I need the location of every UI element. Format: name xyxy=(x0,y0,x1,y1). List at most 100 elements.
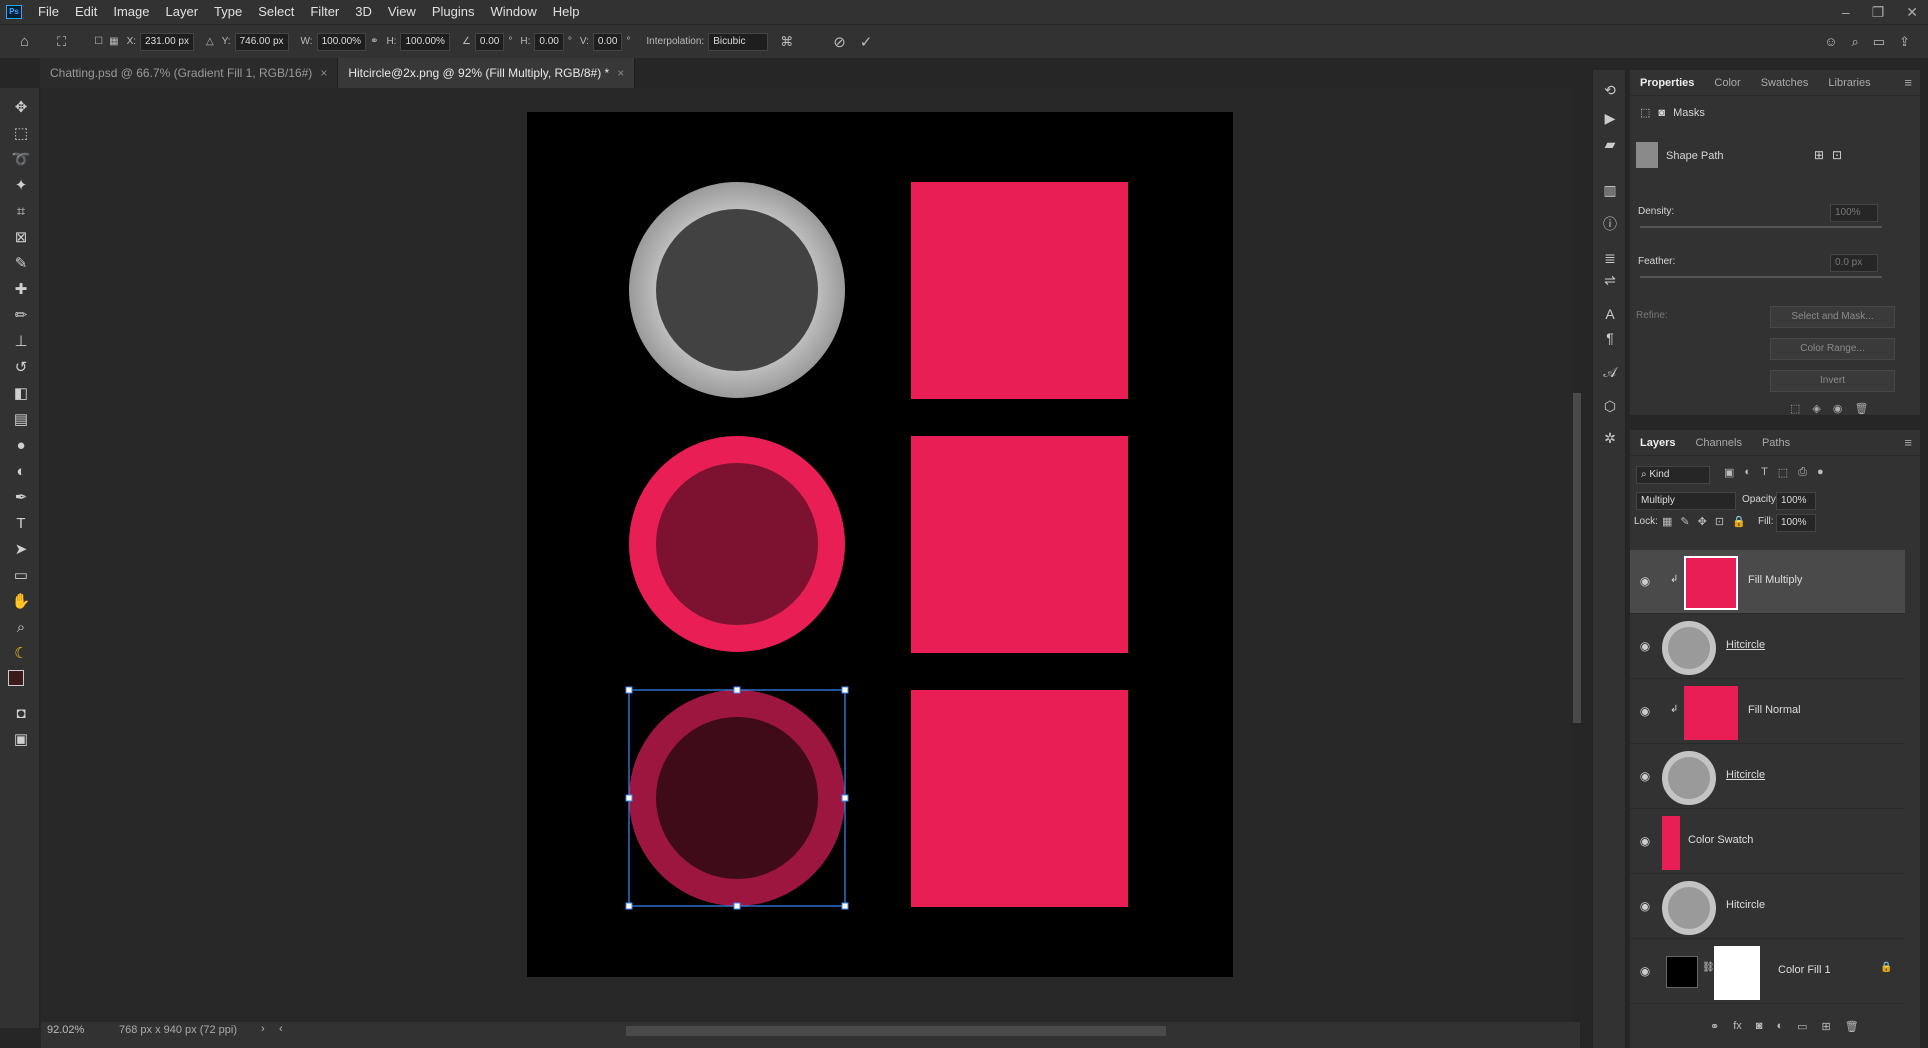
visibility-eye-icon[interactable]: ◉ xyxy=(1638,574,1652,588)
invert-button[interactable]: Invert xyxy=(1770,370,1895,392)
close-icon[interactable]: × xyxy=(320,66,327,80)
close-icon[interactable]: × xyxy=(617,66,624,80)
visibility-icon[interactable]: ◉ xyxy=(1833,402,1843,415)
menu-help[interactable]: Help xyxy=(545,0,588,24)
visibility-eye-icon[interactable]: ◉ xyxy=(1638,769,1652,783)
layer-name[interactable]: Hitcircle xyxy=(1726,639,1765,651)
dodge-tool-icon[interactable]: ◐ xyxy=(10,460,32,482)
comments-icon[interactable]: ▰ xyxy=(1600,134,1620,154)
marquee-tool-icon[interactable]: ⬚ xyxy=(10,122,32,144)
foreground-color-swatch[interactable] xyxy=(8,670,24,686)
close-window-icon[interactable]: ✕ xyxy=(1906,4,1918,21)
link-layers-icon[interactable]: ⚭ xyxy=(1710,1020,1719,1033)
fx-icon[interactable]: fx xyxy=(1733,1020,1742,1033)
move-tool-icon[interactable]: ✥ xyxy=(10,96,32,118)
pixel-mask-icon[interactable]: ⬚ xyxy=(1640,106,1650,119)
bottom-scrollbar[interactable] xyxy=(41,1040,1580,1048)
width-field[interactable]: 100.00% xyxy=(316,32,367,51)
type-tool-icon[interactable]: T xyxy=(10,512,32,534)
feather-field[interactable]: 0.0 px xyxy=(1830,254,1878,272)
document-canvas[interactable] xyxy=(527,112,1233,977)
history-brush-tool-icon[interactable]: ↺ xyxy=(10,356,32,378)
filter-pixel-icon[interactable]: ▣ xyxy=(1724,466,1734,479)
filter-smart-object-icon[interactable]: ⎙ xyxy=(1798,466,1807,479)
angle-field[interactable]: 0.00 xyxy=(474,32,505,51)
stamp-tool-icon[interactable]: ⊥ xyxy=(10,330,32,352)
layer-row-hitcircle[interactable]: ◉ Hitcircle xyxy=(1630,615,1905,679)
pen-tool-icon[interactable]: ✒ xyxy=(10,486,32,508)
layer-name[interactable]: Color Swatch xyxy=(1688,834,1753,846)
horizontal-scroll-thumb[interactable] xyxy=(626,1026,1166,1036)
zoom-level[interactable]: 92.02% xyxy=(47,1024,84,1036)
user-icon[interactable]: ☺ xyxy=(1824,34,1837,50)
blur-tool-icon[interactable]: ● xyxy=(10,434,32,456)
new-layer-icon[interactable]: ⊞ xyxy=(1822,1020,1831,1033)
menu-image[interactable]: Image xyxy=(105,0,157,24)
lock-artboard-icon[interactable]: ⊡ xyxy=(1715,515,1724,528)
layer-name[interactable]: Fill Normal xyxy=(1748,704,1801,716)
menu-layer[interactable]: Layer xyxy=(158,0,207,24)
density-field[interactable]: 100% xyxy=(1830,204,1878,222)
reference-point-checkbox[interactable]: ☐ xyxy=(94,36,103,47)
tab-paths[interactable]: Paths xyxy=(1752,430,1800,456)
menu-edit[interactable]: Edit xyxy=(67,0,105,24)
home-icon[interactable]: ⌂ xyxy=(20,33,29,50)
color-range-button[interactable]: Color Range... xyxy=(1770,338,1895,360)
filter-adjustment-icon[interactable]: ◐ xyxy=(1744,466,1751,479)
delete-mask-icon[interactable]: 🗑 xyxy=(1854,402,1868,415)
layer-row-hitcircle[interactable]: ◉ Hitcircle xyxy=(1630,875,1905,939)
tab-color[interactable]: Color xyxy=(1704,70,1750,96)
hand-tool-icon[interactable]: ✋ xyxy=(10,590,32,612)
adjustments-icon[interactable]: ⇌ xyxy=(1600,270,1620,290)
character-icon[interactable]: A xyxy=(1600,304,1620,324)
tab-layers[interactable]: Layers xyxy=(1630,430,1685,456)
tab-libraries[interactable]: Libraries xyxy=(1818,70,1880,96)
visibility-eye-icon[interactable]: ◉ xyxy=(1638,899,1652,913)
history-icon[interactable]: ⟲ xyxy=(1600,80,1620,100)
apply-mask-icon[interactable]: ◈ xyxy=(1812,402,1820,415)
apply-mask-icon[interactable]: ⊡ xyxy=(1832,148,1842,162)
path-select-tool-icon[interactable]: ➤ xyxy=(10,538,32,560)
menu-plugins[interactable]: Plugins xyxy=(424,0,483,24)
eraser-tool-icon[interactable]: ◧ xyxy=(10,382,32,404)
panel-menu-icon[interactable]: ≡ xyxy=(1904,435,1912,450)
lock-all-icon[interactable]: 🔒 xyxy=(1732,515,1746,528)
delta-icon[interactable]: △ xyxy=(206,36,214,47)
add-mask-icon[interactable]: ◙ xyxy=(1756,1020,1763,1033)
commit-transform-icon[interactable]: ✓ xyxy=(860,33,873,51)
settings-icon[interactable]: ✲ xyxy=(1600,428,1620,448)
tab-swatches[interactable]: Swatches xyxy=(1751,70,1819,96)
blend-mode-select[interactable]: Multiply xyxy=(1636,492,1736,510)
new-group-icon[interactable]: ▭ xyxy=(1797,1020,1807,1033)
opacity-field[interactable]: 100% xyxy=(1776,492,1816,510)
select-and-mask-button[interactable]: Select and Mask... xyxy=(1770,306,1895,328)
interpolation-select[interactable]: Bicubic xyxy=(708,32,769,51)
v-skew-field[interactable]: 0.00 xyxy=(592,32,623,51)
lasso-tool-icon[interactable]: ➰ xyxy=(10,148,32,170)
healing-tool-icon[interactable]: ✚ xyxy=(10,278,32,300)
scroll-thumb[interactable] xyxy=(1573,393,1581,723)
menu-type[interactable]: Type xyxy=(206,0,250,24)
share-icon[interactable]: ⇪ xyxy=(1899,34,1910,50)
layer-row-fill-normal[interactable]: ◉ ↲ Fill Normal xyxy=(1630,680,1905,744)
vertical-scrollbar[interactable] xyxy=(1572,88,1582,1023)
menu-filter[interactable]: Filter xyxy=(302,0,347,24)
kind-filter-select[interactable]: ⌕ Kind xyxy=(1636,466,1710,484)
lock-position-icon[interactable]: ✥ xyxy=(1698,515,1707,528)
warp-icon[interactable]: ⌘ xyxy=(780,34,793,50)
add-mask-icon[interactable]: ⊞ xyxy=(1814,148,1824,162)
banana-icon[interactable]: ☾ xyxy=(10,642,32,664)
lock-paint-icon[interactable]: ✎ xyxy=(1680,515,1689,528)
brush-tool-icon[interactable]: ✏ xyxy=(10,304,32,326)
layer-name[interactable]: Hitcircle xyxy=(1726,769,1765,781)
height-field[interactable]: 100.00% xyxy=(400,32,450,51)
link-icon[interactable]: ⚭ xyxy=(370,36,378,47)
reference-grid-icon[interactable]: ▦ xyxy=(109,36,118,47)
search-icon[interactable]: ⌕ xyxy=(1852,34,1859,50)
layer-row-color-fill[interactable]: ◉ ⛓ Color Fill 1 🔒 xyxy=(1630,940,1905,1004)
visibility-eye-icon[interactable]: ◉ xyxy=(1638,704,1652,718)
workspace-icon[interactable]: ▭ xyxy=(1873,34,1885,50)
tab-properties[interactable]: Properties xyxy=(1630,70,1704,96)
load-selection-icon[interactable]: ⬚ xyxy=(1790,402,1800,415)
layer-row-fill-multiply[interactable]: ◉ ↲ Fill Multiply xyxy=(1630,550,1905,614)
